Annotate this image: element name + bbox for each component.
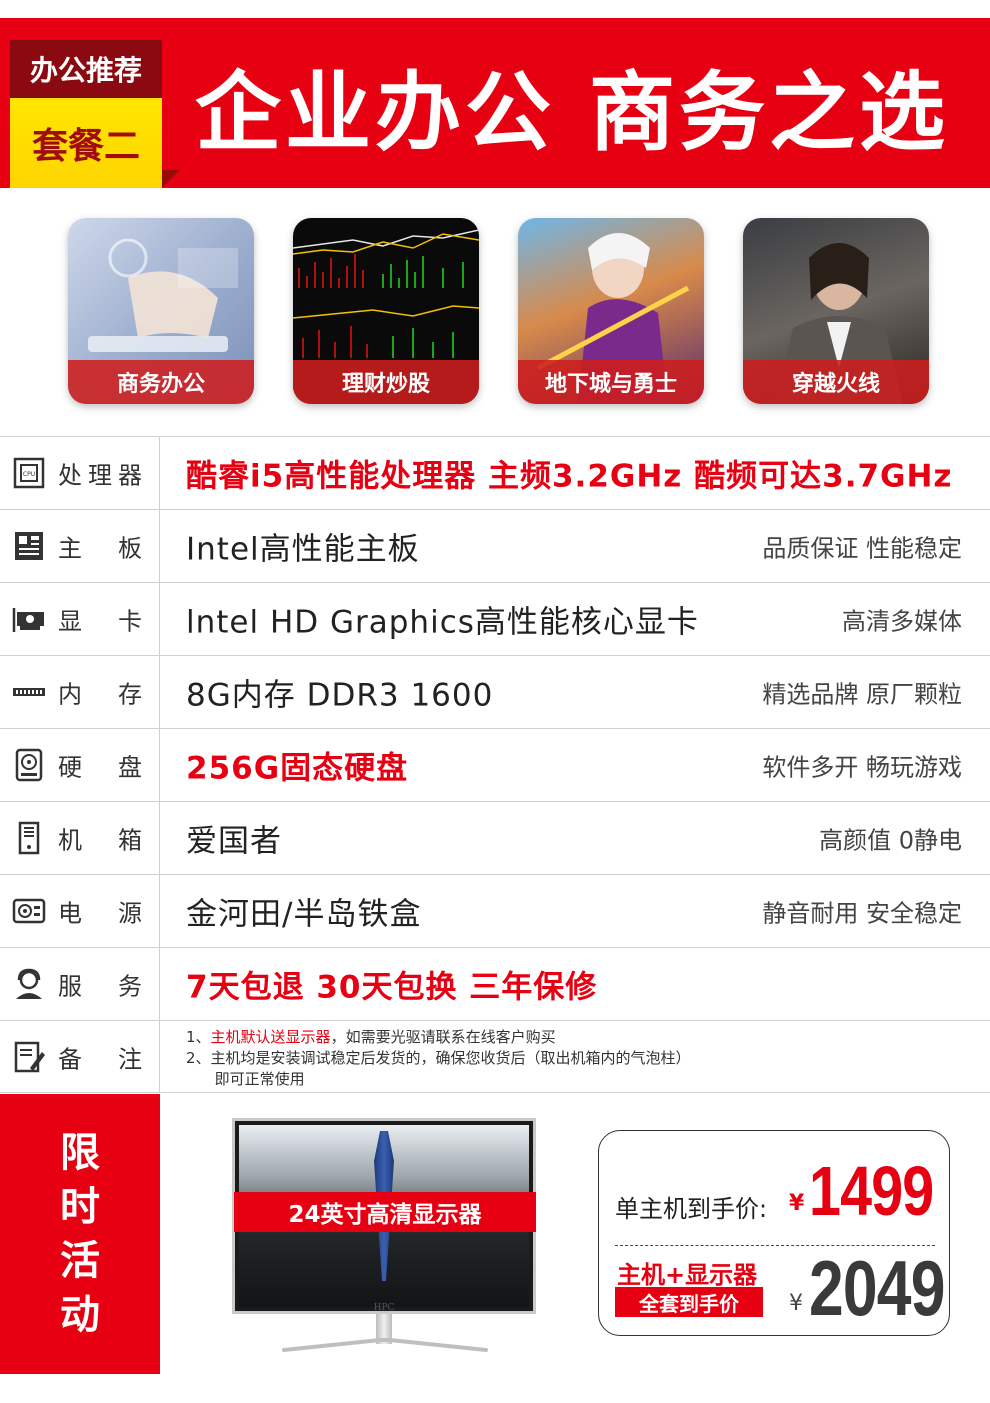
hard-disk-icon xyxy=(12,748,46,782)
spec-note: 高颜值 0静电 xyxy=(819,826,962,855)
host-price-currency: ¥ xyxy=(789,1191,805,1216)
badge-fold xyxy=(162,170,180,188)
spec-label: 硬盘 xyxy=(58,753,142,782)
spec-label-cell: CPU 处理器 xyxy=(0,437,160,509)
tile-office: 商务办公 xyxy=(68,218,254,404)
spec-row-graphics: 显卡 lntel HD Graphics高性能核心显卡 高清多媒体 xyxy=(0,582,990,655)
spec-value: lntel HD Graphics高性能核心显卡 xyxy=(186,604,699,641)
memory-icon xyxy=(12,675,46,709)
spec-row-service: 服务 7天包退 30天包换 三年保修 xyxy=(0,947,990,1020)
tile-office-label: 商务办公 xyxy=(68,360,254,404)
spec-row-storage: 硬盘 256G固态硬盘 软件多开 畅玩游戏 xyxy=(0,728,990,801)
spec-row-cpu: CPU 处理器 酷睿i5高性能处理器 主频3.2GHz 酷频可达3.7GHz xyxy=(0,436,990,509)
spec-value: 金河田/半岛铁盒 xyxy=(186,896,422,933)
monitor-brand: HPC xyxy=(373,1303,395,1313)
price-box: 单主机到手价: ¥ 1499 主机+显示器 全套到手价 ¥ 2049 xyxy=(598,1130,950,1336)
remark-line-2: 2、主机均是安装调试稳定后发货的，确保您收货后（取出机箱内的气泡柱） xyxy=(186,1049,691,1067)
monitor-stand-base xyxy=(282,1338,488,1352)
spec-label: 电源 xyxy=(58,899,142,928)
graphics-card-icon xyxy=(12,602,46,636)
spec-value: 256G固态硬盘 xyxy=(186,750,409,787)
spec-row-power: 电源 金河田/半岛铁盒 静音耐用 安全稳定 xyxy=(0,874,990,947)
host-price-value: 1499 xyxy=(809,1152,934,1230)
spec-label: 服务 xyxy=(58,972,142,1001)
tile-stock-label: 理财炒股 xyxy=(293,360,479,404)
spec-row-remark: 备注 1、主机默认送显示器，如需要光驱请联系在线客户购买 2、主机均是安装调试稳… xyxy=(0,1020,990,1093)
tile-dnf: 地下城与勇士 xyxy=(518,218,704,404)
spec-note: 精选品牌 原厂颗粒 xyxy=(762,680,962,709)
spec-note: 静音耐用 安全稳定 xyxy=(762,899,962,928)
page-title: 企业办公 商务之选 xyxy=(195,63,949,163)
spec-row-motherboard: 主板 Intel高性能主板 品质保证 性能稳定 xyxy=(0,509,990,582)
badge-package: 套餐二 xyxy=(10,98,162,188)
spec-note: 品质保证 性能稳定 xyxy=(762,534,962,563)
spec-note: 高清多媒体 xyxy=(842,607,962,636)
spec-label-cell: 备注 xyxy=(0,1021,160,1092)
spec-value: 爱国者 xyxy=(186,823,282,860)
cpu-icon: CPU xyxy=(12,456,46,490)
tile-dnf-label: 地下城与勇士 xyxy=(518,360,704,404)
tile-stock: 理财炒股 xyxy=(293,218,479,404)
spec-value: 7天包退 30天包换 三年保修 xyxy=(186,969,598,1006)
remark-text: 1、主机默认送显示器，如需要光驱请联系在线客户购买 2、主机均是安装调试稳定后发… xyxy=(186,1027,691,1090)
badge-office-recommend: 办公推荐 xyxy=(10,40,162,98)
spec-value: Intel高性能主板 xyxy=(186,531,420,568)
bundle-price-label: 主机+显示器 xyxy=(617,1261,758,1289)
spec-label: 主板 xyxy=(58,534,142,563)
limited-time-banner: 限 时 活 动 xyxy=(0,1094,160,1374)
spec-value: 酷睿i5高性能处理器 主频3.2GHz 酷频可达3.7GHz xyxy=(186,458,953,495)
svg-text:CPU: CPU xyxy=(23,471,35,478)
spec-row-memory: 内存 8G内存 DDR3 1600 精选品牌 原厂颗粒 xyxy=(0,655,990,728)
spec-value: 8G内存 DDR3 1600 xyxy=(186,677,494,714)
spec-label-cell: 内存 xyxy=(0,656,160,728)
spec-label: 机箱 xyxy=(58,826,142,855)
monitor-label: 24英寸高清显示器 xyxy=(234,1192,536,1232)
spec-label: 处理器 xyxy=(58,461,142,490)
note-edit-icon xyxy=(12,1040,46,1074)
tile-crossfire: 穿越火线 xyxy=(743,218,929,404)
promo-section: 限 时 活 动 HPC 24英寸高清显示器 单主机到手价: ¥ 1499 主机+… xyxy=(0,1094,990,1374)
motherboard-icon xyxy=(12,529,46,563)
bundle-price-tag: 全套到手价 xyxy=(615,1287,763,1317)
spec-label-cell: 主板 xyxy=(0,510,160,582)
spec-table: CPU 处理器 酷睿i5高性能处理器 主频3.2GHz 酷频可达3.7GHz 主… xyxy=(0,436,990,1093)
tile-crossfire-label: 穿越火线 xyxy=(743,360,929,404)
remark-line-1: 1、主机默认送显示器，如需要光驱请联系在线客户购买 xyxy=(186,1028,556,1046)
bundle-price-value: 2049 xyxy=(809,1244,945,1332)
use-case-tiles: 商务办公 理财炒股 地下城与勇士 穿越火线 xyxy=(0,218,990,408)
customer-service-icon xyxy=(12,967,46,1001)
spec-row-case: 机箱 爱国者 高颜值 0静电 xyxy=(0,801,990,874)
power-supply-icon xyxy=(12,894,46,928)
spec-label-cell: 硬盘 xyxy=(0,729,160,801)
spec-label-cell: 服务 xyxy=(0,948,160,1020)
pc-case-icon xyxy=(12,821,46,855)
spec-label: 备注 xyxy=(58,1045,142,1073)
spec-label: 显卡 xyxy=(58,607,142,636)
remark-line-3: 即可正常使用 xyxy=(186,1070,305,1088)
spec-label-cell: 电源 xyxy=(0,875,160,947)
bundle-price-currency: ¥ xyxy=(789,1291,803,1316)
spec-label: 内存 xyxy=(58,680,142,709)
spec-label-cell: 机箱 xyxy=(0,802,160,874)
spec-label-cell: 显卡 xyxy=(0,583,160,655)
host-price-label: 单主机到手价: xyxy=(615,1195,768,1223)
spec-note: 软件多开 畅玩游戏 xyxy=(762,753,962,782)
